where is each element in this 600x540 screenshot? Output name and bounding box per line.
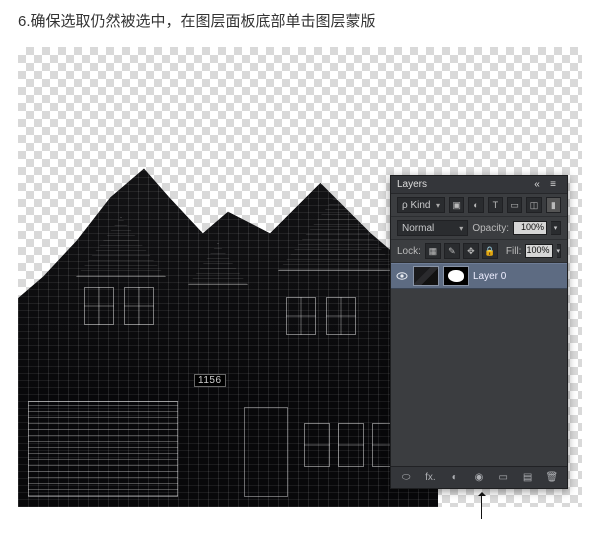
opacity-label: Opacity:	[472, 223, 509, 234]
fill-dropdown-icon[interactable]: ▾	[557, 244, 562, 258]
filter-kind-label: ρ Kind	[402, 200, 430, 211]
fill-input[interactable]: 100%	[525, 244, 552, 258]
canvas-area: 1156 Layers « ≡ ρ Kind ▾ ▣ ◐ T ▭ ◫ ▮	[18, 47, 582, 507]
window	[286, 297, 316, 335]
window	[124, 287, 154, 325]
layers-list: Layer 0	[391, 263, 567, 466]
layer-name[interactable]: Layer 0	[473, 271, 506, 282]
layer-thumbnail[interactable]	[413, 266, 439, 286]
opacity-dropdown-icon[interactable]: ▾	[551, 221, 561, 235]
instruction-text: 6.确保选取仍然被选中，在图层面板底部单击图层蒙版	[0, 0, 600, 47]
add-mask-icon[interactable]: ◐	[447, 470, 463, 486]
filter-type-icon[interactable]: T	[488, 197, 503, 213]
layer-row[interactable]: Layer 0	[391, 263, 567, 289]
filter-kind-select[interactable]: ρ Kind ▾	[397, 197, 445, 213]
visibility-eye-icon[interactable]	[395, 269, 409, 283]
lock-fill-row: Lock: ▦ ✎ ✥ 🔒 Fill: 100% ▾	[391, 240, 567, 263]
panel-menu-icon[interactable]: ≡	[545, 179, 561, 190]
layer-filter-row: ρ Kind ▾ ▣ ◐ T ▭ ◫ ▮	[391, 194, 567, 217]
blend-mode-value: Normal	[402, 223, 434, 234]
filter-toggle[interactable]: ▮	[546, 197, 561, 213]
house-number: 1156	[194, 374, 226, 387]
lock-position-icon[interactable]: ✥	[463, 243, 479, 259]
lock-transparency-icon[interactable]: ▦	[425, 243, 441, 259]
lock-label: Lock:	[397, 246, 421, 257]
window	[326, 297, 356, 335]
filter-shape-icon[interactable]: ▭	[507, 197, 522, 213]
panel-collapse-icon[interactable]: «	[529, 179, 545, 190]
layer-mask-thumbnail[interactable]	[443, 266, 469, 286]
add-adjustment-icon[interactable]: ◉	[471, 470, 487, 486]
roof-gable	[76, 217, 166, 277]
fill-label: Fill:	[506, 246, 522, 257]
window-row	[286, 297, 356, 335]
layers-tab[interactable]: Layers	[397, 179, 427, 190]
lock-paint-icon[interactable]: ✎	[444, 243, 460, 259]
layer-fx-icon[interactable]: fx.	[422, 470, 438, 486]
blend-opacity-row: Normal ▾ Opacity: 100% ▾	[391, 217, 567, 240]
window-row	[84, 287, 154, 325]
blend-mode-select[interactable]: Normal ▾	[397, 220, 468, 236]
roof-gable	[188, 243, 248, 285]
front-door	[244, 407, 288, 497]
delete-layer-icon[interactable]: 🗑	[544, 470, 560, 486]
chevron-down-icon: ▾	[436, 201, 440, 210]
window	[84, 287, 114, 325]
new-group-icon[interactable]: ▭	[495, 470, 511, 486]
link-layers-icon[interactable]: ⬭	[398, 470, 414, 486]
filter-adjust-icon[interactable]: ◐	[468, 197, 483, 213]
layers-panel: Layers « ≡ ρ Kind ▾ ▣ ◐ T ▭ ◫ ▮ Normal ▾…	[390, 175, 568, 489]
window	[304, 423, 330, 467]
filter-smart-icon[interactable]: ◫	[526, 197, 541, 213]
garage-door	[28, 401, 178, 497]
panel-footer: ⬭ fx. ◐ ◉ ▭ ▤ 🗑	[391, 466, 567, 488]
chevron-down-icon: ▾	[459, 224, 463, 233]
window-row	[304, 423, 398, 467]
panel-tab-bar: Layers « ≡	[391, 176, 567, 194]
opacity-input[interactable]: 100%	[513, 221, 547, 235]
callout-arrow	[481, 493, 482, 519]
window	[338, 423, 364, 467]
lock-all-icon[interactable]: 🔒	[482, 243, 498, 259]
new-layer-icon[interactable]: ▤	[520, 470, 536, 486]
filter-image-icon[interactable]: ▣	[449, 197, 464, 213]
